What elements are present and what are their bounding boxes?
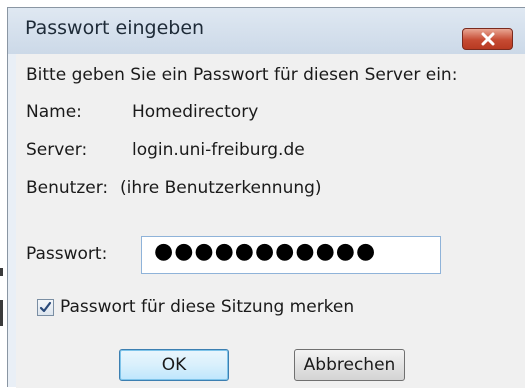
prompt-text: Bitte geben Sie ein Passwort für diesen … [26, 65, 458, 85]
password-dialog: Passwort eingeben Bitte geben Sie ein Pa… [7, 7, 525, 388]
cancel-button[interactable]: Abbrechen [294, 349, 405, 381]
name-value: Homedirectory [132, 102, 259, 122]
title-bar[interactable]: Passwort eingeben [8, 8, 525, 54]
ok-button[interactable]: OK [119, 349, 229, 381]
user-label: Benutzer: [26, 178, 109, 198]
password-masked-value: ●●●●●●●●●●● [154, 239, 377, 264]
remember-checkbox[interactable] [37, 299, 54, 316]
close-button[interactable] [462, 28, 513, 50]
background-edge-mark [0, 268, 3, 276]
server-label: Server: [26, 140, 88, 160]
background-edge-mark [0, 300, 3, 326]
dialog-body: Bitte geben Sie ein Passwort für diesen … [16, 54, 525, 388]
dialog-title: Passwort eingeben [25, 17, 205, 39]
close-icon [481, 32, 495, 46]
password-label: Passwort: [26, 244, 108, 264]
checkmark-icon [39, 301, 52, 313]
remember-label[interactable]: Passwort für diese Sitzung merken [60, 297, 354, 317]
server-value: login.uni-freiburg.de [132, 140, 305, 160]
password-input[interactable]: ●●●●●●●●●●● [141, 236, 441, 274]
name-label: Name: [26, 102, 82, 122]
user-value: (ihre Benutzerkennung) [120, 178, 322, 198]
